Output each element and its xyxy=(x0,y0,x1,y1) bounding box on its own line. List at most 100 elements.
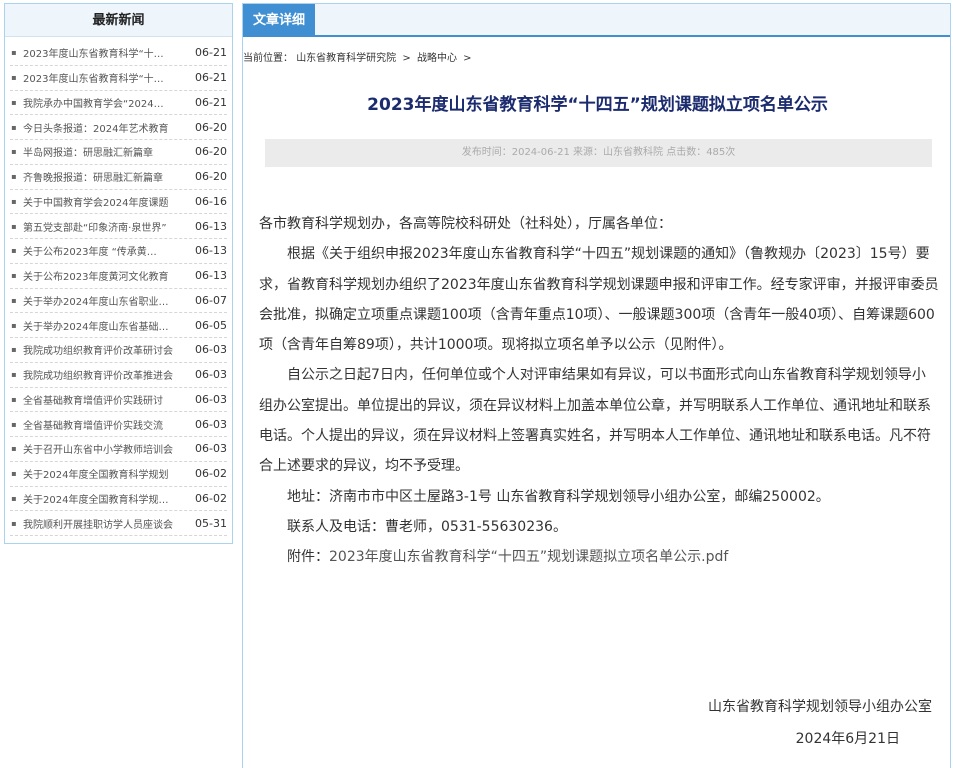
article-panel: 文章详细 当前位置： 山东省教育科学研究院 > 战略中心 > 2023年度山东省… xyxy=(242,3,951,768)
news-item-title[interactable]: 全省基础教育增值评价实践研讨 xyxy=(23,392,189,407)
article-meta: 发布时间：2024-06-21 来源：山东省教科院 点击数：485次 xyxy=(265,139,932,167)
bullet-icon: ▪ xyxy=(11,394,17,404)
news-list-item[interactable]: ▪ 关于公布2023年度 “传承黄… 06-13 xyxy=(10,239,227,264)
news-item-date: 06-13 xyxy=(195,244,227,258)
bullet-icon: ▪ xyxy=(11,493,17,503)
news-list-item[interactable]: ▪ 我院成功组织教育评价改革推进会 06-03 xyxy=(10,363,227,388)
bullet-icon: ▪ xyxy=(11,345,17,355)
attachment-label: 附件： xyxy=(287,549,329,566)
news-list-item[interactable]: ▪ 第五党支部赴“印象济南·泉世界” 06-13 xyxy=(10,214,227,239)
news-list-item[interactable]: ▪ 我院成功组织教育评价改革研讨会 06-03 xyxy=(10,338,227,363)
news-item-date: 06-21 xyxy=(195,95,227,109)
news-item-title[interactable]: 2023年度山东省教育科学“十… xyxy=(23,70,189,85)
bullet-icon: ▪ xyxy=(11,221,17,231)
news-item-title[interactable]: 关于公布2023年度 “传承黄… xyxy=(23,243,189,258)
news-list-item[interactable]: ▪ 关于举办2024年度山东省基础… 06-05 xyxy=(10,313,227,338)
bullet-icon: ▪ xyxy=(11,518,17,528)
breadcrumb: 当前位置： 山东省教育科学研究院 > 战略中心 > xyxy=(243,49,475,64)
sidebar-title: 最新新闻 xyxy=(5,4,232,37)
article-paragraph: 自公示之日起7日内，任何单位或个人对评审结果如有异议，可以书面形式向山东省教育科… xyxy=(259,367,931,475)
news-list-item[interactable]: ▪ 齐鲁晚报报道：研思融汇新篇章 06-20 xyxy=(10,165,227,190)
breadcrumb-separator: > xyxy=(463,53,472,64)
news-list-item[interactable]: ▪ 关于举办2024年度山东省职业… 06-07 xyxy=(10,289,227,314)
news-list-item[interactable]: ▪ 半岛网报道：研思融汇新篇章 06-20 xyxy=(10,140,227,165)
news-item-title[interactable]: 关于举办2024年度山东省基础… xyxy=(23,318,189,333)
bullet-icon: ▪ xyxy=(11,73,17,83)
news-item-title[interactable]: 关于举办2024年度山东省职业… xyxy=(23,293,189,308)
news-list-item[interactable]: ▪ 全省基础教育增值评价实践研讨 06-03 xyxy=(10,388,227,413)
news-list-item[interactable]: ▪ 关于中国教育学会2024年度课题 06-16 xyxy=(10,190,227,215)
breadcrumb-link-section[interactable]: 战略中心 xyxy=(417,53,457,64)
news-item-date: 06-02 xyxy=(195,467,227,481)
article-greeting: 各市教育科学规划办，各高等院校科研处（社科处），厅属各单位： xyxy=(259,216,672,232)
article-title: 2023年度山东省教育科学“十四五”规划课题拟立项名单公示 xyxy=(367,95,828,115)
news-item-title[interactable]: 第五党支部赴“印象济南·泉世界” xyxy=(23,219,189,234)
news-item-date: 06-03 xyxy=(195,392,227,406)
news-list: ▪ 2023年度山东省教育科学“十… 06-21 ▪ 2023年度山东省教育科学“十… 0… xyxy=(5,37,232,536)
news-item-date: 06-20 xyxy=(195,120,227,134)
news-item-date: 06-20 xyxy=(195,170,227,184)
news-item-title[interactable]: 我院成功组织教育评价改革研讨会 xyxy=(23,342,189,357)
news-item-date: 06-13 xyxy=(195,269,227,283)
news-item-date: 06-03 xyxy=(195,343,227,357)
news-item-title[interactable]: 我院顺利开展挂职访学人员座谈会 xyxy=(23,516,189,531)
bullet-icon: ▪ xyxy=(11,97,17,107)
attachment-link[interactable]: 2023年度山东省教育科学“十四五”规划课题拟立项名单公示.pdf xyxy=(329,549,728,565)
news-list-item[interactable]: ▪ 关于2024年度全国教育科学规划 06-02 xyxy=(10,462,227,487)
news-item-title[interactable]: 关于召开山东省中小学教师培训会 xyxy=(23,441,189,456)
bullet-icon: ▪ xyxy=(11,246,17,256)
breadcrumb-separator: > xyxy=(402,53,411,64)
article-header-bar: 文章详细 xyxy=(243,4,950,37)
bullet-icon: ▪ xyxy=(11,419,17,429)
news-item-date: 06-03 xyxy=(195,442,227,456)
news-list-item[interactable]: ▪ 关于召开山东省中小学教师培训会 06-03 xyxy=(10,437,227,462)
news-item-title[interactable]: 2023年度山东省教育科学“十… xyxy=(23,45,189,60)
article-body: 各市教育科学规划办，各高等院校科研处（社科处），厅属各单位： 根据《关于组织申报… xyxy=(259,209,939,573)
news-item-date: 06-21 xyxy=(195,71,227,85)
news-list-item[interactable]: ▪ 今日头条报道：2024年艺术教育 06-20 xyxy=(10,115,227,140)
article-contact: 联系人及电话：曹老师，0531-55630236。 xyxy=(287,518,567,535)
news-item-title[interactable]: 关于2024年度全国教育科学规… xyxy=(23,491,189,506)
attachment: 附件：2023年度山东省教育科学“十四五”规划课题拟立项名单公示.pdf xyxy=(259,542,939,572)
news-item-date: 06-21 xyxy=(195,46,227,60)
news-item-title[interactable]: 半岛网报道：研思融汇新篇章 xyxy=(23,144,189,159)
news-item-title[interactable]: 我院承办中国教育学会“2024… xyxy=(23,95,189,110)
news-list-item[interactable]: ▪ 我院承办中国教育学会“2024… 06-21 xyxy=(10,91,227,116)
news-item-title[interactable]: 关于2024年度全国教育科学规划 xyxy=(23,466,189,481)
bullet-icon: ▪ xyxy=(11,271,17,281)
article-paragraph: 根据《关于组织申报2023年度山东省教育科学“十四五”规划课题的通知》（鲁教规办… xyxy=(259,246,939,354)
news-item-title[interactable]: 关于公布2023年度黄河文化教育 xyxy=(23,268,189,283)
bullet-icon: ▪ xyxy=(11,320,17,330)
news-list-item[interactable]: ▪ 我院顺利开展挂职访学人员座谈会 05-31 xyxy=(10,511,227,536)
news-list-item[interactable]: ▪ 全省基础教育增值评价实践交流 06-03 xyxy=(10,412,227,437)
bullet-icon: ▪ xyxy=(11,147,17,157)
signature-date: 2024年6月21日 xyxy=(795,731,900,747)
news-item-date: 06-16 xyxy=(195,194,227,208)
bullet-icon: ▪ xyxy=(11,48,17,58)
bullet-icon: ▪ xyxy=(11,469,17,479)
news-list-item[interactable]: ▪ 关于2024年度全国教育科学规… 06-02 xyxy=(10,487,227,512)
news-list-item[interactable]: ▪ 关于公布2023年度黄河文化教育 06-13 xyxy=(10,264,227,289)
news-item-title[interactable]: 全省基础教育增值评价实践交流 xyxy=(23,417,189,432)
news-item-date: 06-03 xyxy=(195,368,227,382)
breadcrumb-link-home[interactable]: 山东省教育科学研究院 xyxy=(296,53,396,64)
latest-news-sidebar: 最新新闻 ▪ 2023年度山东省教育科学“十… 06-21 ▪ 2023年度山东省教育科… xyxy=(4,3,233,544)
news-item-title[interactable]: 齐鲁晚报报道：研思融汇新篇章 xyxy=(23,169,189,184)
news-item-date: 06-03 xyxy=(195,417,227,431)
news-item-date: 06-05 xyxy=(195,318,227,332)
bullet-icon: ▪ xyxy=(11,122,17,132)
news-item-title[interactable]: 关于中国教育学会2024年度课题 xyxy=(23,194,189,209)
news-item-date: 06-07 xyxy=(195,293,227,307)
news-item-date: 05-31 xyxy=(195,516,227,530)
news-item-title[interactable]: 今日头条报道：2024年艺术教育 xyxy=(23,120,189,135)
news-item-date: 06-02 xyxy=(195,491,227,505)
news-list-item[interactable]: ▪ 2023年度山东省教育科学“十… 06-21 xyxy=(10,66,227,91)
signature: 山东省教育科学规划领导小组办公室 xyxy=(708,699,932,715)
article-address: 地址：济南市市中区土屋路3-1号 山东省教育科学规划领导小组办公室，邮编2500… xyxy=(287,488,830,505)
news-item-title[interactable]: 我院成功组织教育评价改革推进会 xyxy=(23,367,189,382)
news-list-item[interactable]: ▪ 2023年度山东省教育科学“十… 06-21 xyxy=(10,41,227,66)
bullet-icon: ▪ xyxy=(11,196,17,206)
bullet-icon: ▪ xyxy=(11,172,17,182)
tab-article-detail[interactable]: 文章详细 xyxy=(243,4,315,37)
bullet-icon: ▪ xyxy=(11,295,17,305)
